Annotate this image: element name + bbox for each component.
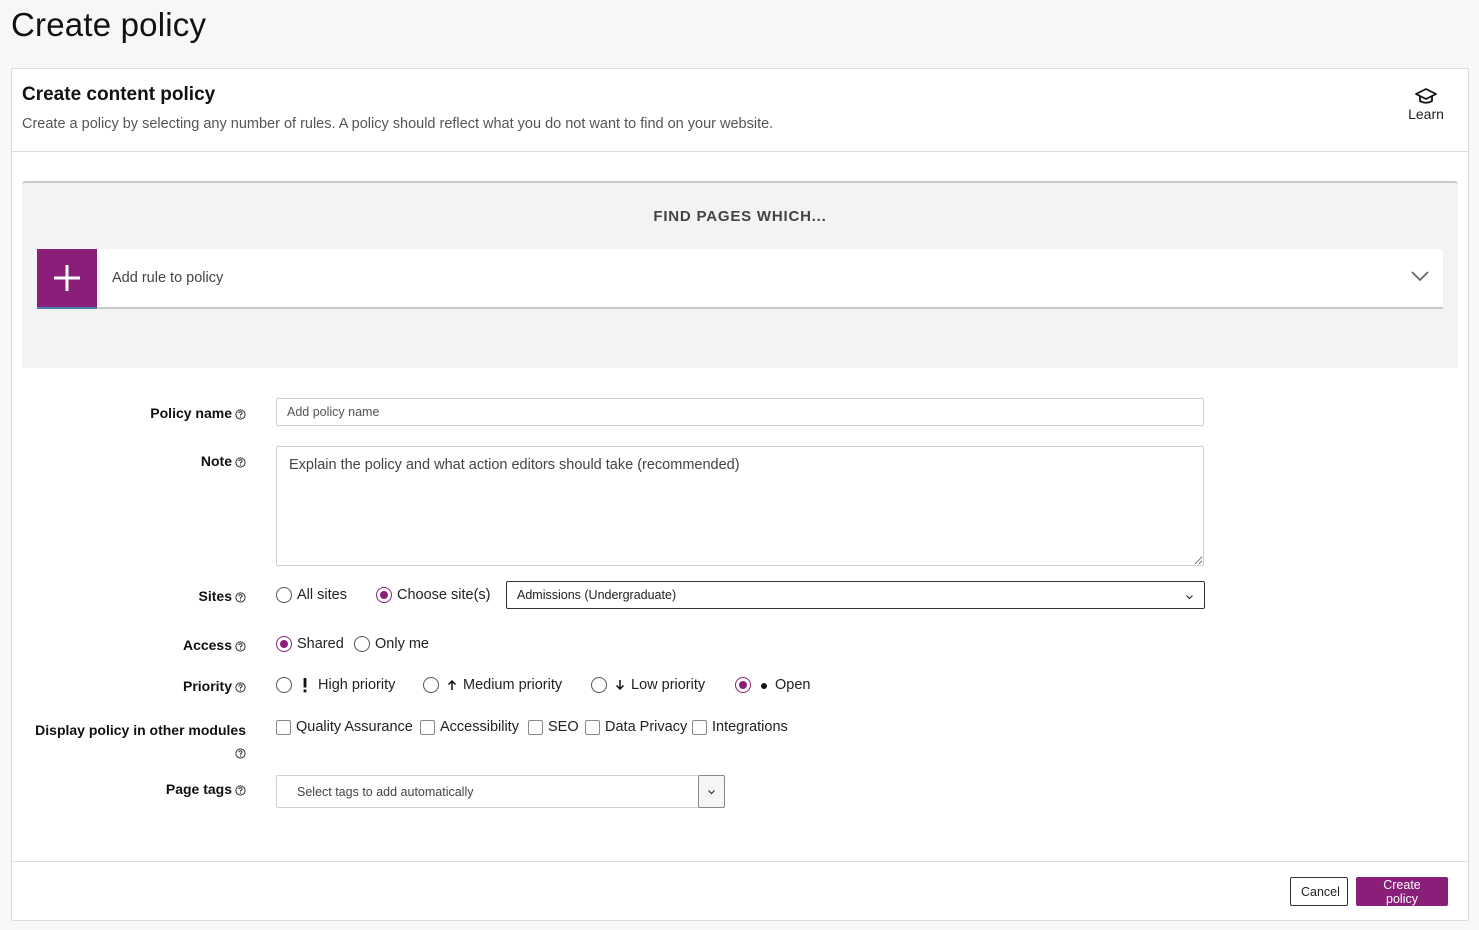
plus-icon	[37, 249, 97, 309]
option-label: High priority	[318, 677, 396, 693]
checkbox[interactable]	[420, 719, 435, 735]
arrow-down-icon	[615, 679, 625, 691]
radio-button[interactable]	[276, 636, 292, 652]
checkbox-seo[interactable]: SEO	[528, 719, 579, 735]
checkbox-integrations[interactable]: Integrations	[692, 719, 788, 735]
policy-name-label: Policy name	[150, 405, 246, 423]
card-header: Create content policy Create a policy by…	[12, 69, 1468, 152]
policy-name-input[interactable]	[276, 398, 1204, 426]
page-title: Create policy	[11, 6, 207, 43]
radio-button[interactable]	[591, 677, 607, 693]
policy-card: Create content policy Create a policy by…	[11, 68, 1469, 921]
cancel-button[interactable]: Cancel	[1290, 877, 1348, 906]
radio-medium-priority[interactable]: Medium priority	[423, 677, 562, 693]
option-label: Open	[775, 677, 811, 693]
modules-label: Display policy in other modules	[35, 719, 246, 765]
checkbox-accessibility[interactable]: Accessibility	[420, 719, 519, 735]
radio-high-priority[interactable]: High priority	[276, 677, 395, 693]
checkbox[interactable]	[585, 719, 600, 735]
option-label: Integrations	[712, 719, 788, 735]
checkbox[interactable]	[528, 719, 543, 735]
site-select-value: Admissions (Undergraduate)	[517, 588, 677, 602]
arrow-up-icon	[447, 679, 457, 691]
page-tags-label: Page tags	[166, 781, 246, 799]
page-tags-select[interactable]: Select tags to add automatically	[276, 775, 725, 808]
add-rule-label: Add rule to policy	[112, 270, 224, 286]
page-tags-placeholder: Select tags to add automatically	[297, 785, 474, 799]
card-subtitle: Create a policy by selecting any number …	[22, 116, 774, 132]
radio-button[interactable]	[354, 636, 370, 652]
graduation-cap-icon	[1406, 87, 1446, 105]
radio-all-sites[interactable]: All sites	[276, 587, 347, 603]
help-icon[interactable]	[235, 680, 246, 696]
checkbox-data-privacy[interactable]: Data Privacy	[585, 719, 687, 735]
option-label: Shared	[297, 636, 344, 652]
site-select[interactable]: Admissions (Undergraduate)	[506, 581, 1205, 609]
help-icon[interactable]	[235, 743, 246, 765]
option-label: Accessibility	[440, 719, 519, 735]
dot-icon	[759, 681, 769, 689]
page-tags-dropdown-button[interactable]	[698, 775, 725, 808]
radio-button[interactable]	[376, 587, 392, 603]
checkbox[interactable]	[692, 719, 707, 735]
card-title: Create content policy	[22, 84, 216, 105]
help-icon[interactable]	[235, 590, 246, 606]
radio-choose-sites[interactable]: Choose site(s)	[376, 587, 490, 603]
option-label: SEO	[548, 719, 579, 735]
help-icon[interactable]	[235, 783, 246, 799]
chevron-down-icon	[1411, 269, 1429, 287]
card-footer: Cancel Create policy	[12, 861, 1468, 921]
sites-label: Sites	[199, 588, 246, 606]
radio-button[interactable]	[735, 677, 751, 693]
option-label: Medium priority	[463, 677, 563, 693]
note-textarea[interactable]	[276, 446, 1204, 566]
chevron-down-icon	[707, 783, 716, 801]
radio-only-me[interactable]: Only me	[354, 636, 429, 652]
radio-open[interactable]: Open	[735, 677, 810, 693]
learn-label: Learn	[1408, 106, 1444, 122]
chevron-down-icon	[1185, 588, 1194, 606]
checkbox-quality-assurance[interactable]: Quality Assurance	[276, 719, 413, 735]
access-label: Access	[183, 637, 246, 655]
option-label: Choose site(s)	[397, 587, 491, 603]
radio-low-priority[interactable]: Low priority	[591, 677, 705, 693]
option-label: Low priority	[631, 677, 706, 693]
radio-button[interactable]	[276, 677, 292, 693]
rules-heading: FIND PAGES WHICH...	[653, 208, 827, 225]
add-rule-dropdown[interactable]: Add rule to policy	[37, 249, 1443, 309]
option-label: All sites	[297, 587, 347, 603]
help-icon[interactable]	[235, 455, 246, 471]
note-label: Note	[201, 453, 246, 471]
option-label: Only me	[375, 636, 429, 652]
radio-button[interactable]	[423, 677, 439, 693]
exclamation-icon	[300, 677, 310, 693]
option-label: Quality Assurance	[296, 719, 413, 735]
radio-button[interactable]	[276, 587, 292, 603]
rules-panel: FIND PAGES WHICH... Add rule to policy	[22, 181, 1458, 368]
priority-label: Priority	[183, 678, 246, 696]
create-policy-button[interactable]: Create policy	[1356, 877, 1448, 906]
radio-shared[interactable]: Shared	[276, 636, 344, 652]
help-icon[interactable]	[235, 639, 246, 655]
checkbox[interactable]	[276, 719, 291, 735]
option-label: Data Privacy	[605, 719, 688, 735]
learn-button[interactable]: Learn	[1406, 87, 1446, 122]
help-icon[interactable]	[235, 407, 246, 423]
